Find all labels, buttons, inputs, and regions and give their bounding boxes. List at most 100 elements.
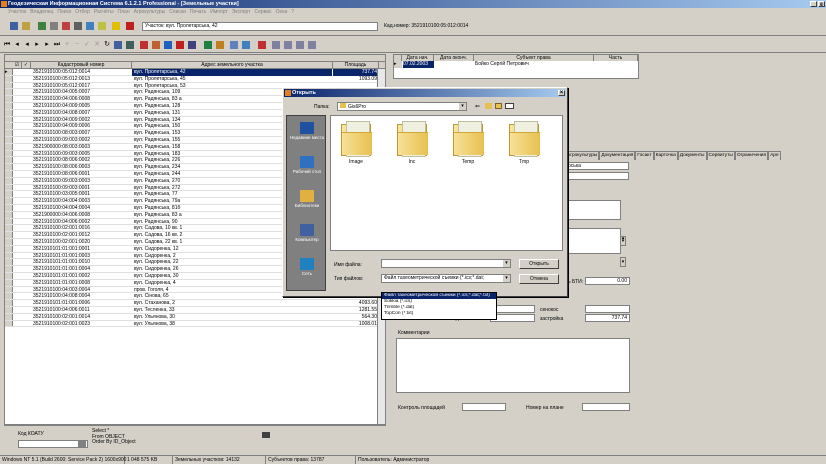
menu-item[interactable]: Поиск xyxy=(57,9,71,15)
print-icon[interactable] xyxy=(72,20,83,31)
menu-item[interactable]: Списки xyxy=(169,9,186,15)
cell-cad[interactable]: 3521910100:08:006:0003 xyxy=(31,164,131,171)
place-item[interactable]: Рабочий стол xyxy=(287,154,327,188)
menu-item[interactable]: Агрокультуры xyxy=(134,9,166,15)
cell-cad[interactable]: 3521910100:04:008:0007 xyxy=(31,110,131,117)
cell-cad[interactable]: 3521910100:04:009:0002 xyxy=(31,117,131,124)
tab-item[interactable]: Документация xyxy=(599,151,636,160)
cell-area[interactable]: 4093.60 xyxy=(333,300,379,307)
tab-item[interactable]: Агрокультуры xyxy=(565,151,600,160)
binoculars-icon[interactable] xyxy=(78,441,86,447)
folder-item[interactable]: Tmp xyxy=(503,121,545,165)
field-extra[interactable] xyxy=(565,172,629,180)
senokos-field[interactable] xyxy=(585,305,630,313)
owners-cell-start[interactable]: 07.02.2003 xyxy=(403,61,434,68)
cell-cad[interactable]: 3521910100:04:005:0007 xyxy=(31,89,131,96)
header-addr[interactable]: Адрес земельного участка xyxy=(132,62,333,69)
filetype-select[interactable]: Файл тахеометрической съемки (*.ics;*.da… xyxy=(381,274,511,283)
map-icon[interactable] xyxy=(124,20,135,31)
cell-cad[interactable]: 3521900000:04:006:0008 xyxy=(31,212,131,219)
cell-cad[interactable]: 3521910100:05:012:0017 xyxy=(31,83,131,90)
cell-area[interactable]: 1008.01 xyxy=(333,321,379,328)
prev-record-icon[interactable]: ◂ xyxy=(22,40,32,50)
tab-item[interactable]: Карточка xyxy=(653,151,678,160)
folder-select[interactable]: Gis6Pro ▾ xyxy=(337,102,467,111)
confirm-icon[interactable]: ✓ xyxy=(82,40,92,50)
menu-item[interactable]: Окна xyxy=(276,9,288,15)
checkbox-header[interactable]: ☑ xyxy=(13,62,22,69)
place-item[interactable]: Библиотеки xyxy=(287,188,327,222)
menu-item[interactable]: План xyxy=(118,9,130,15)
doc1-icon[interactable] xyxy=(272,41,280,49)
cell-cad[interactable]: 3521910100:02:001:0020 xyxy=(31,239,131,246)
table-row[interactable]: 3521910101:01:001:0006 вул. Стаханова, 24… xyxy=(5,300,385,307)
restore-button[interactable]: ё xyxy=(818,1,825,8)
cell-area[interactable]: 1093.09 xyxy=(333,76,379,83)
dialog-close-button[interactable]: × xyxy=(558,90,565,96)
menu-item[interactable]: Сервис xyxy=(255,9,272,15)
menu-item[interactable]: Участок xyxy=(8,9,26,15)
report-icon[interactable] xyxy=(230,41,238,49)
cell-cad[interactable]: 3521910101:01:001:0010 xyxy=(31,259,131,266)
doc3-icon[interactable] xyxy=(296,41,304,49)
search-icon[interactable] xyxy=(84,20,95,31)
polygon-icon[interactable] xyxy=(176,41,184,49)
cell-addr[interactable]: вул. Ульянова, 30 xyxy=(132,314,332,321)
new-folder-icon[interactable] xyxy=(495,103,502,109)
info-icon[interactable] xyxy=(110,20,121,31)
cell-cad[interactable]: 3521910101:01:001:0003 xyxy=(31,253,131,260)
cell-addr[interactable]: вул. Пролетарська, 42 xyxy=(132,69,332,76)
open-icon[interactable] xyxy=(20,20,31,31)
tab-item[interactable]: Аре xyxy=(768,151,781,160)
cell-cad[interactable]: 3521910100:04:006:0008 xyxy=(31,96,131,103)
folder-item[interactable]: Temp xyxy=(447,121,489,165)
cell-area[interactable]: 1281.55 xyxy=(333,307,379,314)
menu-item[interactable]: ? xyxy=(291,9,294,15)
minimize-button[interactable]: _ xyxy=(810,1,817,8)
table-row[interactable]: 3521910100:04:006:0011 вул. Тесленка, 33 1… xyxy=(5,307,385,314)
place-item[interactable]: Недавние места xyxy=(287,120,327,154)
filename-input[interactable] xyxy=(381,259,511,268)
run-query-icon[interactable] xyxy=(262,432,270,438)
cell-cad[interactable]: 3521910100:04:008:0004 xyxy=(31,293,131,300)
export-icon[interactable] xyxy=(216,41,224,49)
control-field[interactable] xyxy=(462,403,506,411)
prev-page-icon[interactable]: ◂ xyxy=(12,40,22,50)
last-record-icon[interactable]: ⏭ xyxy=(52,40,62,50)
cell-cad[interactable]: 3521910100:08:006:0002 xyxy=(31,157,131,164)
zoom-icon[interactable] xyxy=(164,41,172,49)
owners-header-part[interactable]: Часть xyxy=(594,55,638,61)
table-row[interactable]: 3521910100:02:001:0014 вул. Ульянова, 30 5… xyxy=(5,313,385,321)
field-description[interactable] xyxy=(565,228,621,254)
cell-cad[interactable]: 3521910100:09:003:0001 xyxy=(31,185,131,192)
cell-cad[interactable]: 3521910100:02:001:0016 xyxy=(31,225,131,232)
first-record-icon[interactable]: ⏮ xyxy=(2,40,12,50)
cell-cad[interactable]: 3521910100:03:005:0001 xyxy=(31,191,131,198)
tab-item[interactable]: Госакт xyxy=(635,151,654,160)
menu-item[interactable]: Импорт xyxy=(210,9,227,15)
place-item[interactable]: Компьютер xyxy=(287,222,327,256)
owners-header-end[interactable]: Дата оконч. xyxy=(434,55,474,61)
cell-cad[interactable]: 3521910100:04:004:0003 xyxy=(31,198,131,205)
menu-item[interactable]: Печать xyxy=(190,9,206,15)
combo-arrow-icon[interactable]: ▾ xyxy=(620,257,626,267)
check-header[interactable]: ✓ xyxy=(22,62,31,69)
cancel-edit-icon[interactable]: ✕ xyxy=(92,40,102,50)
cell-area[interactable]: 564.30 xyxy=(333,314,379,321)
table-row[interactable]: 3521910100:05:012:0013 вул. Пролетарська,… xyxy=(5,75,385,83)
header-cad[interactable]: Кадастровый номер xyxy=(31,62,132,69)
cancel-button[interactable]: Отмена xyxy=(519,274,559,284)
next-record-icon[interactable]: ▸ xyxy=(32,40,42,50)
comments-field[interactable] xyxy=(396,338,630,393)
cell-cad[interactable]: 3521910100:05:012:0013 xyxy=(31,76,131,83)
doc2-icon[interactable] xyxy=(284,41,292,49)
cell-addr[interactable]: вул. Ульянова, 38 xyxy=(132,321,332,328)
bookmark-icon[interactable] xyxy=(114,41,122,49)
dropdown-option[interactable]: TopCon (*.txt) xyxy=(382,311,496,317)
cell-cad[interactable]: 3521910101:01:001:0006 xyxy=(31,300,131,307)
cell-cad[interactable]: 3521910101:01:001:0004 xyxy=(31,266,131,273)
find-icon[interactable] xyxy=(204,41,212,49)
menu-item[interactable]: Владелец xyxy=(30,9,53,15)
add-record-icon[interactable]: + xyxy=(62,40,72,50)
cell-cad[interactable]: 3521910100:04:003:0004 xyxy=(31,287,131,294)
